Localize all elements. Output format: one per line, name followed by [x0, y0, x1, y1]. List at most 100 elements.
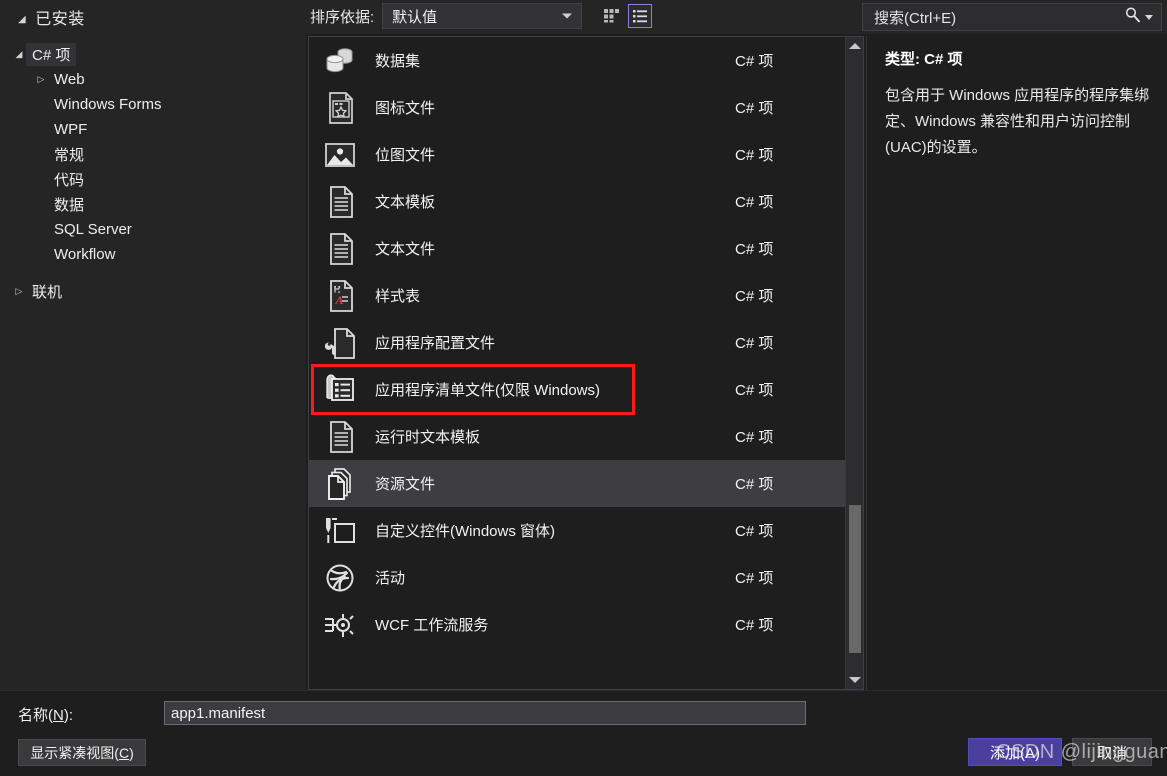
tree-item-label: 代码 [54, 172, 85, 189]
template-item-label: 应用程序清单文件(仅限 Windows) [375, 382, 601, 399]
installed-label: 已安装 [35, 11, 85, 28]
template-list-item[interactable]: 文本模板 C# 项 [309, 178, 845, 225]
dialog-header: ◢ 已安装 排序依据: 默认值 搜索(Ctrl+E) [0, 0, 1167, 34]
template-item-label: 资源文件 [375, 476, 436, 493]
search-placeholder: 搜索(Ctrl+E) [874, 9, 957, 27]
scroll-up-button[interactable] [846, 37, 864, 55]
sidebar-item-c[interactable]: ◢ C# 项 [12, 42, 302, 67]
template-item-type: C# 项 [735, 241, 774, 258]
description-type: 类型: C# 项 [885, 51, 963, 68]
template-list-item[interactable]: A 样式表 C# 项 [309, 272, 845, 319]
template-item-label: 活动 [375, 570, 406, 587]
template-list-item[interactable]: 运行时文本模板 C# 项 [309, 413, 845, 460]
template-item-label: 图标文件 [375, 100, 436, 117]
search-icon [1124, 6, 1141, 28]
compact-label-accesskey: C [118, 744, 130, 761]
template-item-type: C# 项 [735, 476, 774, 493]
template-item-type: C# 项 [735, 100, 774, 117]
template-item-label: 应用程序配置文件 [375, 335, 496, 352]
sidebar-item-[interactable]: 代码 [12, 167, 302, 192]
template-item-label: WCF 工作流服务 [375, 617, 489, 634]
text-file-icon [319, 228, 361, 270]
template-item-type: C# 项 [735, 147, 774, 164]
scroll-down-button[interactable] [846, 671, 864, 689]
sidebar-item-wpf[interactable]: WPF [12, 117, 302, 142]
sort-by-dropdown[interactable]: 默认值 [382, 3, 583, 29]
template-list-item[interactable]: 图标文件 C# 项 [309, 84, 845, 131]
scrollbar-thumb[interactable] [849, 505, 861, 653]
name-input[interactable] [164, 701, 806, 725]
app-config-file-icon [319, 322, 361, 364]
compact-label-prefix: 显示紧凑视图( [30, 744, 119, 761]
cancel-button[interactable]: 取消 [1072, 738, 1152, 766]
sort-bar: 排序依据: 默认值 [310, 3, 653, 29]
grid-view-icon [603, 8, 619, 22]
template-list-item[interactable]: 自定义控件(Windows 窗体) C# 项 [309, 507, 845, 554]
sidebar-item-web[interactable]: ▷ Web [12, 67, 302, 92]
list-view-button[interactable] [628, 4, 653, 28]
view-toggle-group [599, 4, 653, 28]
tree-item-label: Windows Forms [54, 96, 162, 113]
tree-item-label: C# 项 [26, 43, 77, 66]
sidebar-item-[interactable]: 数据 [12, 192, 302, 217]
show-compact-view-button[interactable]: 显示紧凑视图(C) [18, 739, 146, 766]
svg-text:A: A [335, 293, 344, 307]
search-dropdown-chevron-icon[interactable] [1145, 14, 1153, 20]
template-item-label: 文本文件 [375, 241, 436, 258]
template-list-item[interactable]: 应用程序配置文件 C# 项 [309, 319, 845, 366]
expander-icon[interactable]: ▷ [34, 74, 48, 85]
template-list-item[interactable]: 数据集 C# 项 [309, 37, 845, 84]
tree-item-label: Web [54, 71, 85, 88]
name-label: 名称(N): [18, 704, 73, 725]
template-list[interactable]: 数据集 C# 项 图标文件 C# 项 位图文件 C# 项 文本模板 C# 项 文… [309, 37, 845, 689]
tree-item-label: 数据 [54, 197, 85, 214]
sidebar-item-windows-forms[interactable]: Windows Forms [12, 92, 302, 117]
chevron-down-icon [562, 13, 573, 19]
template-item-type: C# 项 [735, 194, 774, 211]
wcf-workflow-service-icon [319, 604, 361, 646]
template-list-panel: 数据集 C# 项 图标文件 C# 项 位图文件 C# 项 文本模板 C# 项 文… [308, 36, 864, 690]
triangle-up-icon [849, 43, 861, 49]
grid-view-button[interactable] [599, 4, 623, 28]
expander-triangle-icon: ◢ [18, 14, 27, 25]
description-body: 包含用于 Windows 应用程序的程序集绑定、Windows 兼容性和用户访问… [885, 87, 1150, 156]
sidebar-item-[interactable]: 常规 [12, 142, 302, 167]
triangle-down-icon [849, 677, 861, 683]
template-item-label: 自定义控件(Windows 窗体) [375, 523, 556, 540]
runtime-text-template-icon [319, 416, 361, 458]
compact-label-suffix: ) [129, 744, 134, 761]
template-item-type: C# 项 [735, 288, 774, 305]
template-list-item[interactable]: 文本文件 C# 项 [309, 225, 845, 272]
template-item-label: 文本模板 [375, 194, 436, 211]
template-list-item[interactable]: WCF 工作流服务 C# 项 [309, 601, 845, 648]
tree-item-label: Workflow [54, 246, 116, 263]
installed-header[interactable]: ◢ 已安装 [18, 5, 85, 29]
expander-icon[interactable]: ◢ [12, 49, 26, 60]
name-label-prefix: 名称( [18, 707, 53, 724]
sidebar-item-online[interactable]: ▷ 联机 [12, 279, 68, 304]
sidebar-item-workflow[interactable]: Workflow [12, 242, 302, 267]
add-new-item-dialog: ◢ 已安装 排序依据: 默认值 搜索(Ctrl+E) ◢ C# 项 ▷ Web … [0, 0, 1167, 776]
tree-item-label: 常规 [54, 147, 85, 164]
list-view-icon [633, 10, 648, 23]
text-template-icon [319, 181, 361, 223]
template-list-item[interactable]: 资源文件 C# 项 [309, 460, 845, 507]
sort-by-value: 默认值 [392, 8, 438, 26]
template-item-label: 数据集 [375, 53, 421, 70]
list-scrollbar[interactable] [845, 37, 863, 689]
sidebar-item-sql-server[interactable]: SQL Server [12, 217, 302, 242]
template-item-type: C# 项 [735, 523, 774, 540]
tree-item-label: SQL Server [54, 221, 132, 238]
name-label-accesskey: N [53, 707, 64, 724]
template-item-type: C# 项 [735, 53, 774, 70]
search-box[interactable]: 搜索(Ctrl+E) [862, 3, 1162, 31]
template-list-item[interactable]: 位图文件 C# 项 [309, 131, 845, 178]
template-list-item[interactable]: 活动 C# 项 [309, 554, 845, 601]
template-list-item[interactable]: 应用程序清单文件(仅限 Windows) C# 项 [309, 366, 845, 413]
tree-root-group: ◢ C# 项 ▷ Web Windows Forms WPF 常规代码数据 SQL Serve… [12, 42, 302, 267]
tree-item-label: WPF [54, 121, 88, 138]
template-item-label: 运行时文本模板 [375, 429, 481, 446]
add-button[interactable]: 添加(A) [968, 738, 1062, 766]
category-tree: ◢ C# 项 ▷ Web Windows Forms WPF 常规代码数据 SQL Serve… [0, 34, 306, 690]
app-manifest-file-icon [319, 369, 361, 411]
